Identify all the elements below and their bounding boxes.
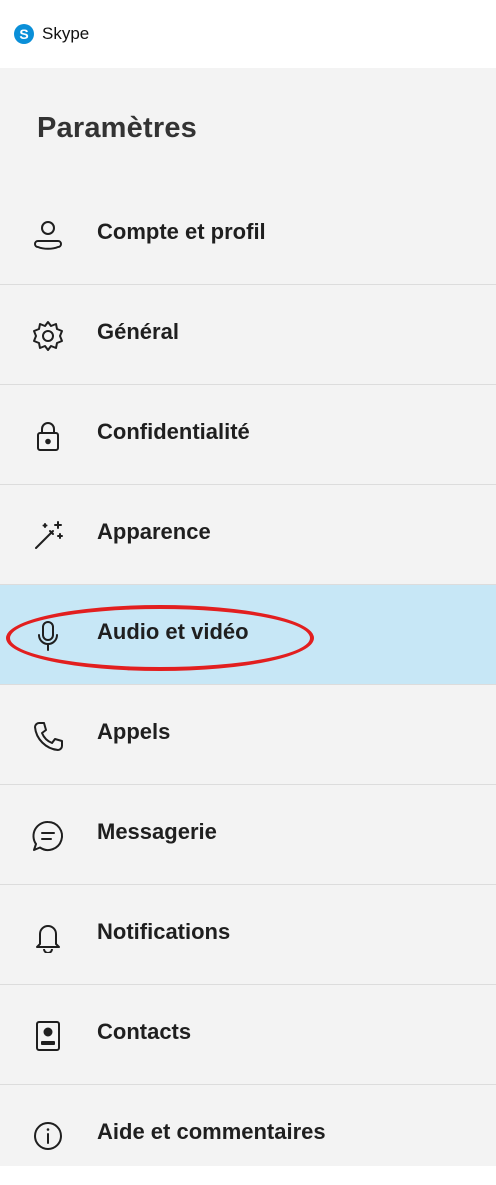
chat-bubble-icon [31, 819, 65, 853]
menu-item-label: Compte et profil [97, 219, 266, 244]
menu-item-messagerie[interactable]: Messagerie [0, 785, 496, 885]
menu-item-apparence[interactable]: Apparence [0, 485, 496, 585]
menu-item-appels[interactable]: Appels [0, 685, 496, 785]
lock-icon [31, 419, 65, 453]
menu-item-label: Appels [97, 719, 171, 744]
info-icon [31, 1119, 65, 1153]
gear-icon [31, 319, 65, 353]
menu-item-contacts[interactable]: Contacts [0, 985, 496, 1085]
app-title: Skype [42, 24, 90, 43]
phone-icon [31, 719, 65, 753]
menu-item-label: Notifications [97, 919, 231, 944]
menu-item-general[interactable]: Général [0, 285, 496, 385]
menu-item-confidentialite[interactable]: Confidentialité [0, 385, 496, 485]
microphone-icon [31, 619, 65, 653]
settings-panel: Paramètres Compte et profil Général Conf… [0, 68, 496, 1166]
menu-item-audio-et-video[interactable]: Audio et vidéo [0, 585, 496, 685]
contact-card-icon [31, 1019, 65, 1053]
menu-item-label: Général [97, 319, 179, 344]
menu-item-label: Messagerie [97, 819, 217, 844]
menu-item-notifications[interactable]: Notifications [0, 885, 496, 985]
user-icon [31, 219, 65, 253]
menu-item-label: Aide et commentaires [97, 1119, 326, 1144]
page-title: Paramètres [37, 112, 197, 144]
title-bar: S Skype [0, 0, 496, 68]
menu-item-label: Apparence [97, 519, 211, 544]
bell-icon [31, 919, 65, 953]
menu-item-aide-et-commentaires[interactable]: Aide et commentaires [0, 1085, 496, 1185]
settings-menu: Compte et profil Général Confidentialité [0, 185, 496, 1185]
menu-item-label: Audio et vidéo [97, 619, 249, 644]
menu-item-compte-et-profil[interactable]: Compte et profil [0, 185, 496, 285]
magic-wand-icon [31, 519, 65, 553]
menu-item-label: Confidentialité [97, 419, 250, 444]
menu-item-label: Contacts [97, 1019, 192, 1044]
skype-logo-icon: S [14, 24, 34, 44]
